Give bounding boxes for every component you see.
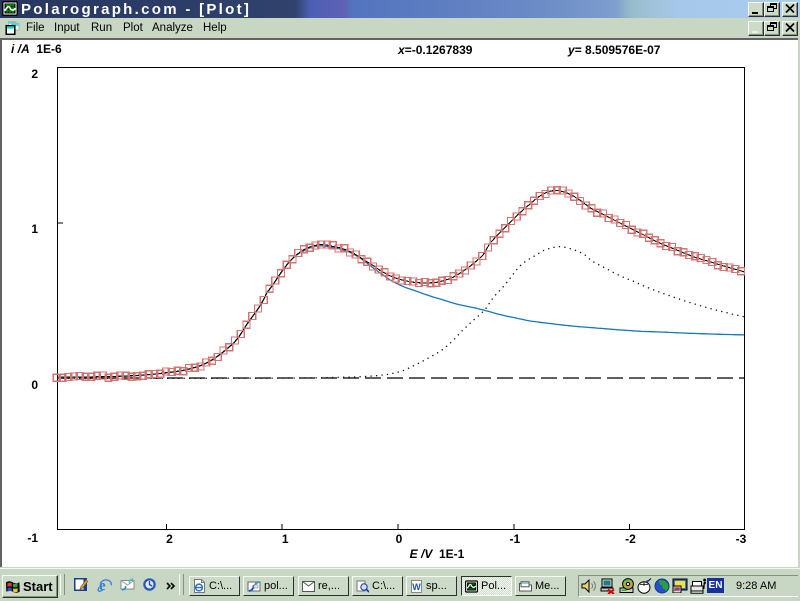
svg-text:1: 1: [31, 222, 38, 236]
svg-text:-2: -2: [625, 532, 636, 546]
svg-text:1: 1: [282, 532, 289, 546]
svg-text:0: 0: [396, 532, 403, 546]
svg-text:0: 0: [31, 378, 38, 392]
svg-text:-1: -1: [509, 532, 520, 546]
svg-text:-3: -3: [736, 532, 747, 546]
svg-text:-1: -1: [27, 531, 38, 545]
svg-text:2: 2: [31, 67, 38, 81]
svg-text:E /V 1E-1: E /V 1E-1: [410, 547, 465, 561]
svg-text:2: 2: [166, 532, 173, 546]
